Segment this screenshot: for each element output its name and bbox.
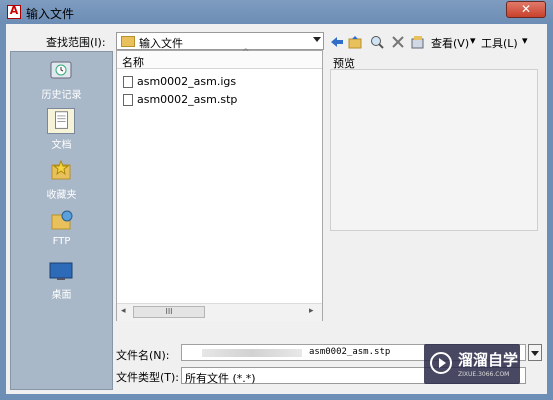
- play-logo-icon: [430, 352, 452, 374]
- preview-pane: [330, 69, 538, 231]
- look-in-dropdown[interactable]: 输入文件: [116, 32, 324, 50]
- file-icon: [123, 76, 133, 88]
- list-item[interactable]: asm0002_asm.igs: [123, 74, 273, 90]
- file-name-label: 文件名(N):: [116, 349, 170, 362]
- place-ftp[interactable]: FTP: [11, 204, 112, 252]
- scroll-right-icon[interactable]: ▸: [309, 306, 314, 316]
- chevron-down-icon: [531, 351, 539, 356]
- title-bar[interactable]: A 输入文件 ✕: [0, 0, 553, 24]
- watermark-title: 溜溜自学: [458, 351, 519, 369]
- delete-icon[interactable]: [391, 35, 405, 49]
- file-list[interactable]: 名称 ^ asm0002_asm.igs asm0002_asm.stp ◂ I…: [116, 48, 323, 321]
- tools-menu[interactable]: 工具(L): [481, 35, 518, 51]
- favorites-icon: [51, 159, 71, 180]
- place-label: 文档: [51, 140, 72, 151]
- new-folder-icon[interactable]: [411, 35, 425, 49]
- place-history[interactable]: 历史记录: [11, 54, 112, 102]
- place-desktop[interactable]: 桌面: [11, 254, 112, 302]
- blurred-path: [202, 349, 302, 357]
- sort-arrow-icon: ^: [242, 48, 250, 58]
- file-name: asm0002_asm.stp: [137, 93, 238, 106]
- file-icon: [123, 94, 133, 106]
- window-title: 输入文件: [26, 7, 75, 21]
- file-name-value: asm0002_asm.stp: [309, 347, 391, 357]
- column-header-label: 名称: [122, 56, 144, 69]
- views-menu[interactable]: 查看(V): [431, 35, 469, 51]
- tools-dropdown-arrow: ▾: [522, 34, 528, 47]
- places-bar: 历史记录 文档 收藏夹 FTP 桌面: [10, 51, 113, 390]
- desktop-icon: [49, 262, 73, 280]
- input-file-dialog: A 输入文件 ✕ 查找范围(I): 输入文件 查看(V) ▾ 工具(L) ▾ 历…: [0, 0, 553, 400]
- file-type-value: 所有文件 (*.*): [185, 372, 256, 385]
- scroll-thumb[interactable]: III: [133, 306, 205, 318]
- watermark-subtitle: ZIXUE.3066.COM: [458, 371, 510, 378]
- list-item[interactable]: asm0002_asm.stp: [123, 92, 273, 108]
- scroll-left-icon[interactable]: ◂: [121, 306, 126, 316]
- place-label: 收藏夹: [46, 190, 77, 201]
- chevron-down-icon: [313, 37, 321, 42]
- place-favorites[interactable]: 收藏夹: [11, 154, 112, 202]
- close-button[interactable]: ✕: [506, 1, 546, 18]
- autocad-logo-icon: A: [7, 4, 21, 19]
- up-folder-icon[interactable]: [348, 35, 362, 49]
- horizontal-scrollbar[interactable]: ◂ III ▸: [117, 303, 322, 321]
- watermark: 溜溜自学 ZIXUE.3066.COM: [424, 344, 520, 384]
- place-label: FTP: [52, 236, 71, 247]
- place-label: 历史记录: [41, 90, 82, 101]
- ftp-icon: [51, 210, 73, 230]
- look-in-label: 查找范围(I):: [46, 36, 106, 49]
- back-icon[interactable]: [330, 35, 344, 49]
- look-in-value: 输入文件: [139, 37, 183, 50]
- column-header-name[interactable]: 名称 ^: [117, 48, 322, 69]
- documents-icon: [47, 108, 75, 134]
- folder-icon: [121, 36, 135, 47]
- file-name: asm0002_asm.igs: [137, 75, 237, 88]
- search-web-icon[interactable]: [370, 35, 384, 49]
- file-name-dropdown-button[interactable]: [528, 344, 542, 361]
- views-dropdown-arrow: ▾: [470, 34, 476, 47]
- dialog-body: 查找范围(I): 输入文件 查看(V) ▾ 工具(L) ▾ 历史记录 文档 收藏…: [6, 24, 547, 394]
- place-documents[interactable]: 文档: [11, 104, 112, 152]
- place-label: 桌面: [51, 290, 72, 301]
- history-icon: [50, 61, 72, 79]
- file-type-label: 文件类型(T):: [116, 371, 180, 384]
